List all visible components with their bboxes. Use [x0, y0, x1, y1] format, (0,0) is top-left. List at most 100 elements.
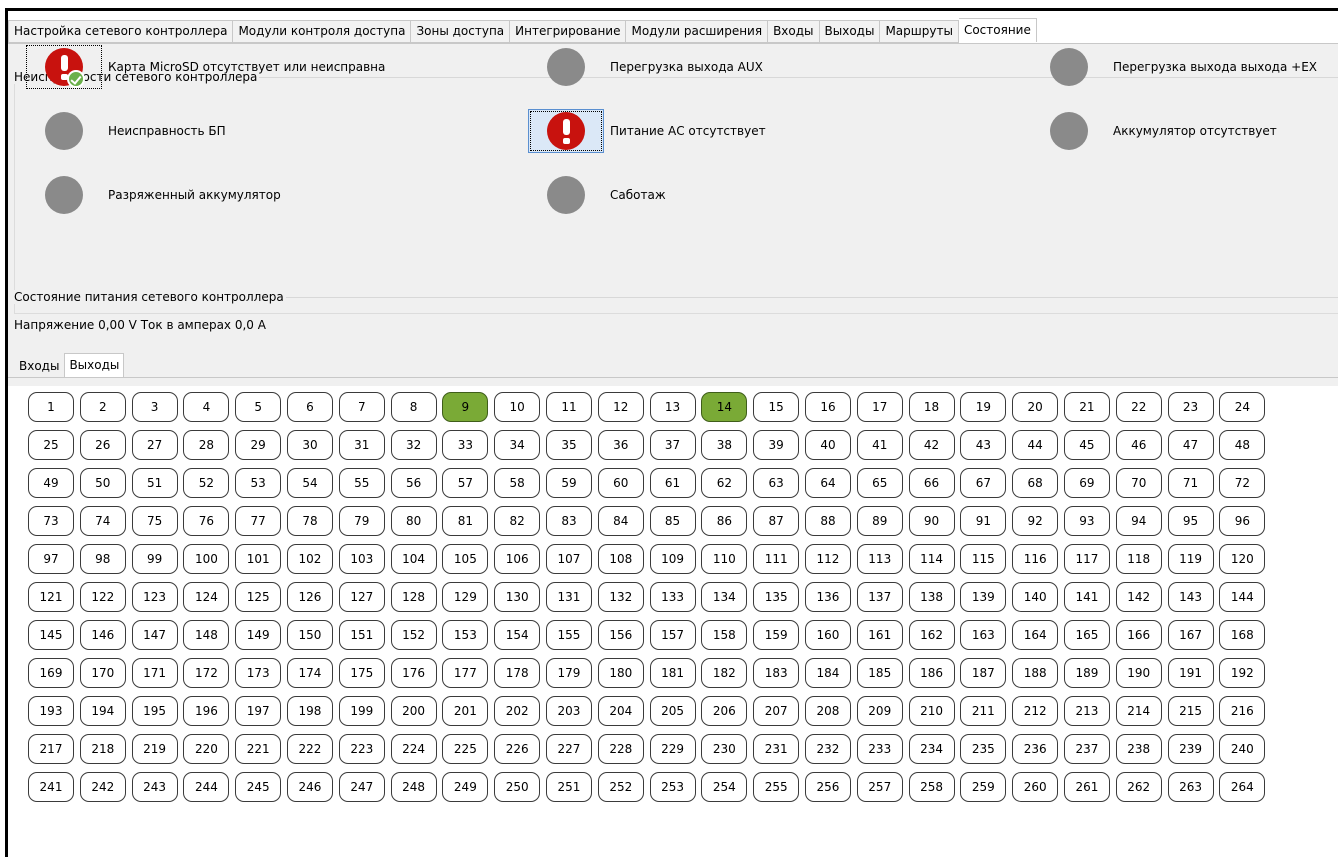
tab-1[interactable]: Настройка сетевого контроллера: [8, 20, 234, 43]
output-button[interactable]: 161: [856, 620, 903, 650]
output-button[interactable]: 147: [131, 620, 178, 650]
output-button[interactable]: 233: [856, 734, 903, 764]
output-button[interactable]: 207: [753, 696, 800, 726]
output-button[interactable]: 51: [131, 468, 178, 498]
output-button[interactable]: 61: [649, 468, 696, 498]
output-button[interactable]: 224: [390, 734, 437, 764]
output-button[interactable]: 30: [286, 430, 333, 460]
output-button[interactable]: 143: [1167, 582, 1214, 612]
output-button[interactable]: 75: [131, 506, 178, 536]
output-button[interactable]: 257: [856, 772, 903, 802]
output-button[interactable]: 178: [494, 658, 541, 688]
output-button[interactable]: 48: [1219, 430, 1266, 460]
output-button[interactable]: 62: [701, 468, 748, 498]
output-button[interactable]: 260: [1012, 772, 1059, 802]
output-button[interactable]: 21: [1063, 392, 1110, 422]
output-button[interactable]: 73: [28, 506, 74, 536]
output-button[interactable]: 181: [649, 658, 696, 688]
output-button[interactable]: 13: [649, 392, 696, 422]
output-button[interactable]: 34: [494, 430, 541, 460]
output-button[interactable]: 45: [1063, 430, 1110, 460]
output-button[interactable]: 100: [183, 544, 230, 574]
output-button[interactable]: 192: [1219, 658, 1266, 688]
output-button[interactable]: 173: [235, 658, 282, 688]
output-button[interactable]: 186: [908, 658, 955, 688]
output-button[interactable]: 227: [545, 734, 592, 764]
output-button[interactable]: 67: [960, 468, 1007, 498]
output-button[interactable]: 114: [908, 544, 955, 574]
fault-indicator-button[interactable]: [528, 109, 604, 153]
output-button[interactable]: 113: [856, 544, 903, 574]
output-button[interactable]: 223: [338, 734, 385, 764]
output-button[interactable]: 205: [649, 696, 696, 726]
output-button[interactable]: 103: [338, 544, 385, 574]
output-button[interactable]: 41: [856, 430, 903, 460]
output-button[interactable]: 234: [908, 734, 955, 764]
fault-indicator[interactable]: Питание АС отсутствует: [528, 109, 766, 153]
output-button[interactable]: 136: [804, 582, 851, 612]
output-button[interactable]: 144: [1219, 582, 1266, 612]
output-button[interactable]: 69: [1063, 468, 1110, 498]
output-button[interactable]: 231: [753, 734, 800, 764]
output-button[interactable]: 167: [1167, 620, 1214, 650]
output-button[interactable]: 52: [183, 468, 230, 498]
output-button[interactable]: 118: [1115, 544, 1162, 574]
fault-indicator[interactable]: Аккумулятор отсутствует: [1031, 109, 1277, 153]
output-button[interactable]: 215: [1167, 696, 1214, 726]
fault-indicator-button[interactable]: [1031, 109, 1107, 153]
output-button[interactable]: 249: [442, 772, 489, 802]
output-button[interactable]: 47: [1167, 430, 1214, 460]
fault-indicator[interactable]: Перегрузка выхода выхода +EX: [1031, 45, 1317, 89]
output-button[interactable]: 96: [1219, 506, 1266, 536]
fault-indicator-button[interactable]: [26, 173, 102, 217]
output-button[interactable]: 212: [1012, 696, 1059, 726]
output-button[interactable]: 10: [494, 392, 541, 422]
output-button[interactable]: 82: [494, 506, 541, 536]
output-button[interactable]: 85: [649, 506, 696, 536]
output-button[interactable]: 245: [235, 772, 282, 802]
output-button[interactable]: 121: [28, 582, 74, 612]
output-button[interactable]: 112: [804, 544, 851, 574]
output-button[interactable]: 151: [338, 620, 385, 650]
output-button[interactable]: 191: [1167, 658, 1214, 688]
output-button[interactable]: 35: [545, 430, 592, 460]
output-button[interactable]: 180: [597, 658, 644, 688]
output-button[interactable]: 211: [960, 696, 1007, 726]
fault-indicator-button[interactable]: [26, 45, 102, 89]
output-button[interactable]: 149: [235, 620, 282, 650]
tab-8[interactable]: Маршруты: [880, 20, 959, 43]
output-button[interactable]: 199: [338, 696, 385, 726]
output-button[interactable]: 17: [856, 392, 903, 422]
output-button[interactable]: 258: [908, 772, 955, 802]
output-button[interactable]: 31: [338, 430, 385, 460]
output-button[interactable]: 146: [79, 620, 126, 650]
output-button[interactable]: 225: [442, 734, 489, 764]
output-button[interactable]: 219: [131, 734, 178, 764]
output-button[interactable]: 255: [753, 772, 800, 802]
output-button[interactable]: 262: [1115, 772, 1162, 802]
output-button[interactable]: 132: [597, 582, 644, 612]
output-button[interactable]: 33: [442, 430, 489, 460]
output-button[interactable]: 77: [235, 506, 282, 536]
output-button[interactable]: 125: [235, 582, 282, 612]
output-button[interactable]: 27: [131, 430, 178, 460]
output-button[interactable]: 226: [494, 734, 541, 764]
output-button[interactable]: 4: [183, 392, 230, 422]
output-button[interactable]: 129: [442, 582, 489, 612]
output-button[interactable]: 140: [1012, 582, 1059, 612]
output-button[interactable]: 175: [338, 658, 385, 688]
output-button[interactable]: 74: [79, 506, 126, 536]
output-button[interactable]: 244: [183, 772, 230, 802]
output-button[interactable]: 20: [1012, 392, 1059, 422]
output-button[interactable]: 65: [856, 468, 903, 498]
output-button[interactable]: 156: [597, 620, 644, 650]
output-button[interactable]: 37: [649, 430, 696, 460]
output-button[interactable]: 42: [908, 430, 955, 460]
output-button[interactable]: 54: [286, 468, 333, 498]
output-button[interactable]: 93: [1063, 506, 1110, 536]
output-button[interactable]: 238: [1115, 734, 1162, 764]
output-button[interactable]: 221: [235, 734, 282, 764]
output-button[interactable]: 216: [1219, 696, 1266, 726]
output-button[interactable]: 78: [286, 506, 333, 536]
output-button[interactable]: 209: [856, 696, 903, 726]
